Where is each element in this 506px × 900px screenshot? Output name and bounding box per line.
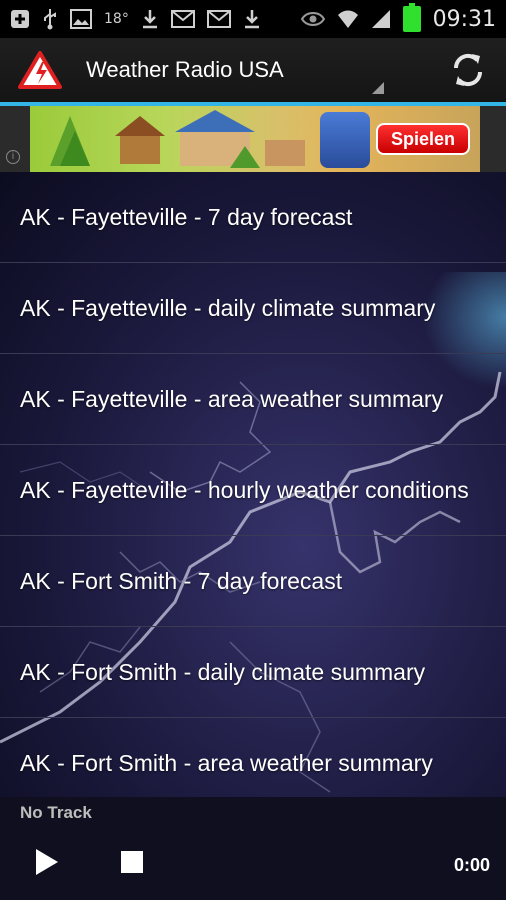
temperature-text: 18°: [104, 11, 129, 27]
battery-icon: [402, 3, 421, 32]
list-item[interactable]: AK - Fort Smith - daily climate summary: [0, 627, 506, 718]
station-list: AK - Fayetteville - 7 day forecast AK - …: [0, 172, 506, 797]
list-item[interactable]: AK - Fayetteville - hourly weather condi…: [0, 445, 506, 536]
eye-icon: [300, 11, 325, 27]
add-box-icon: [10, 9, 30, 29]
image-icon: [70, 9, 92, 29]
station-label: AK - Fort Smith - area weather summary: [20, 749, 433, 776]
action-bar: Weather Radio USA: [0, 38, 506, 102]
station-label: AK - Fort Smith - daily climate summary: [20, 658, 426, 685]
ad-banner[interactable]: Spielen: [30, 106, 480, 172]
ad-character: [320, 112, 370, 168]
status-left: 18°: [10, 8, 261, 30]
play-icon[interactable]: [36, 849, 58, 875]
spinner-arrow-icon: [372, 82, 384, 94]
station-label: AK - Fayetteville - 7 day forecast: [20, 203, 353, 230]
station-label: AK - Fayetteville - area weather summary: [20, 385, 444, 412]
station-label: AK - Fort Smith - 7 day forecast: [20, 567, 343, 594]
status-bar: 18° 09:31: [0, 0, 506, 38]
usb-icon: [42, 8, 58, 30]
station-label: AK - Fayetteville - hourly weather condi…: [20, 476, 469, 503]
station-label: AK - Fayetteville - daily climate summar…: [20, 294, 436, 321]
wifi-icon: [337, 9, 359, 29]
track-label: No Track: [20, 803, 92, 822]
ad-info-icon[interactable]: i: [6, 150, 20, 164]
list-item[interactable]: AK - Fort Smith - 7 day forecast: [0, 536, 506, 627]
list-item[interactable]: AK - Fayetteville - area weather summary: [0, 354, 506, 445]
list-item[interactable]: AK - Fayetteville - daily climate summar…: [0, 263, 506, 354]
download-icon: [243, 9, 261, 29]
player-bar: No Track 0:00: [0, 797, 506, 900]
ad-play-button[interactable]: Spielen: [376, 123, 470, 155]
station-list-area: AK - Fayetteville - 7 day forecast AK - …: [0, 172, 506, 797]
list-item[interactable]: AK - Fayetteville - 7 day forecast: [0, 172, 506, 263]
mail-icon: [206, 10, 231, 28]
status-right: 09:31: [300, 3, 496, 32]
playback-time: 0:00: [453, 855, 490, 875]
download-icon: [141, 9, 159, 29]
list-item[interactable]: AK - Fort Smith - area weather summary: [0, 718, 506, 797]
stop-icon[interactable]: [121, 851, 143, 873]
app-title: Weather Radio USA: [86, 57, 284, 82]
ad-area: i Spielen: [0, 106, 506, 172]
clock: 09:31: [432, 6, 496, 32]
mail-icon: [170, 10, 195, 28]
ad-artwork: [50, 110, 305, 168]
warning-lightning-icon[interactable]: [18, 50, 62, 90]
refresh-icon[interactable]: [448, 50, 488, 90]
app-spinner[interactable]: Weather Radio USA: [86, 38, 384, 102]
signal-icon: [371, 9, 391, 29]
